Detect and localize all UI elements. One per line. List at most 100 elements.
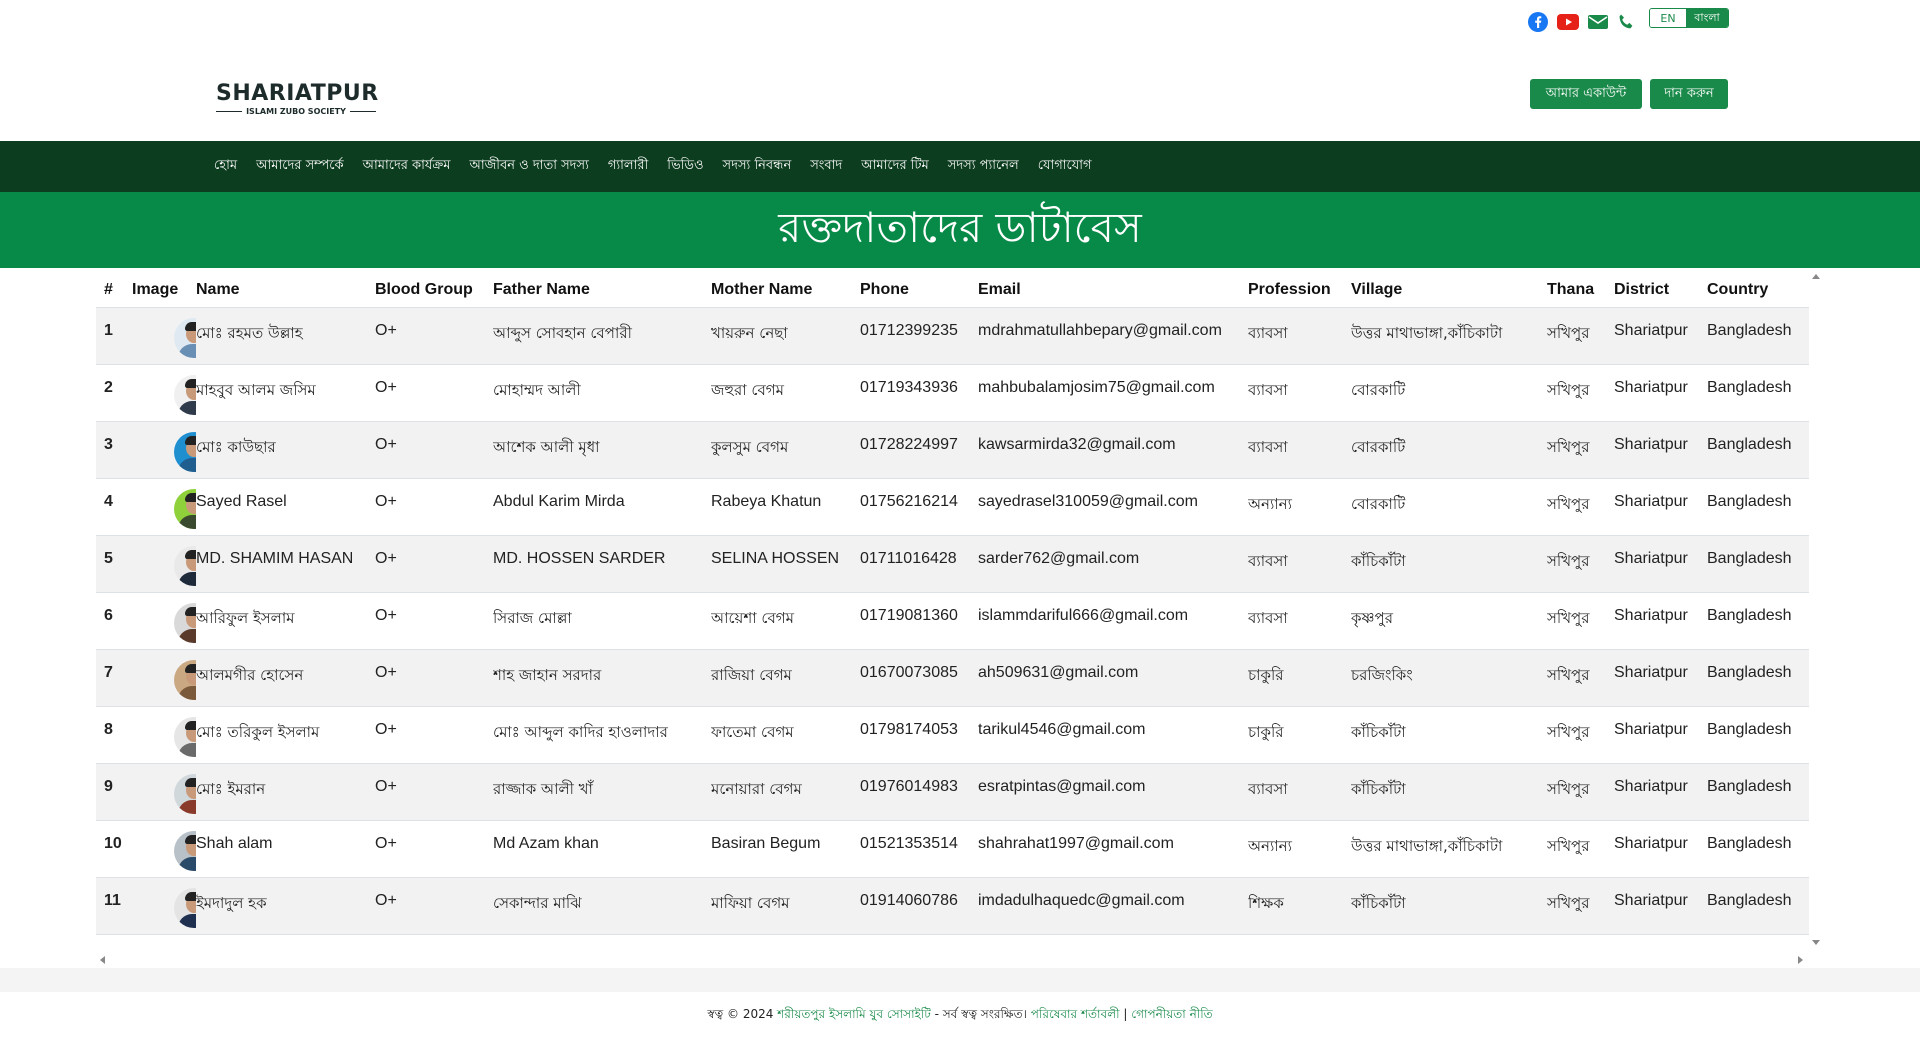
cell-blood-group: O+ [375,762,493,820]
cell-district: Shariatpur [1614,876,1707,935]
cell-district: Shariatpur [1614,306,1707,364]
cell-email[interactable]: mdrahmatullahbepary@gmail.com [978,306,1248,364]
cell-email[interactable]: sarder762@gmail.com [978,534,1248,592]
cell-phone[interactable]: 01728224997 [860,420,978,478]
table-row: 7 আলমগীর হোসেন O+ শাহ জাহান সরদার রাজিয়া বে… [96,648,1809,706]
cell-father-name: সিরাজ মোল্লা [493,591,711,649]
cell-profession: ব্যাবসা [1248,762,1351,820]
cell-email[interactable]: esratpintas@gmail.com [978,762,1248,820]
nav-item-member-panel[interactable]: সদস্য প্যানেল [948,156,1019,177]
cell-blood-group: O+ [375,819,493,877]
cell-father-name: সেকান্দার মাঝি [493,876,711,935]
donor-avatar[interactable] [174,659,196,700]
cell-email[interactable]: imdadulhaquedc@gmail.com [978,876,1248,935]
cell-district: Shariatpur [1614,477,1707,535]
cell-email[interactable]: mahbubalamjosim75@gmail.com [978,363,1248,421]
cell-phone[interactable]: 01914060786 [860,876,978,935]
cell-email[interactable]: islammdariful666@gmail.com [978,591,1248,649]
cell-email[interactable]: shahrahat1997@gmail.com [978,819,1248,877]
cell-phone[interactable]: 01712399235 [860,306,978,364]
cell-thana: সখিপুর [1547,420,1614,478]
donor-avatar[interactable] [174,431,196,472]
lang-bn-button[interactable]: বাংলা [1686,9,1728,27]
cell-name: আলমগীর হোসেন [196,648,375,706]
facebook-icon[interactable] [1528,12,1548,32]
cell-email[interactable]: ah509631@gmail.com [978,648,1248,706]
youtube-icon[interactable] [1557,14,1579,30]
donor-avatar[interactable] [174,773,196,814]
cell-country: Bangladesh [1707,534,1809,592]
cell-mother-name: Basiran Begum [711,819,860,877]
cell-phone[interactable]: 01798174053 [860,705,978,763]
donate-button[interactable]: দান করুন [1650,79,1728,109]
donor-avatar[interactable] [174,716,196,757]
donor-table-container[interactable]: # Image Name Blood Group Father Name Mot… [96,268,1809,970]
cell-email[interactable]: sayedrasel310059@gmail.com [978,477,1248,535]
cell-phone[interactable]: 01711016428 [860,534,978,592]
donor-avatar[interactable] [174,488,196,529]
cell-blood-group: O+ [375,705,493,763]
cell-village: বোরকাটি [1351,477,1547,535]
scroll-left-arrow[interactable] [100,956,105,964]
footer-org-link[interactable]: শরীয়তপুর ইসলামি যুব সোসাইটি [777,1007,931,1021]
table-header-row: # Image Name Blood Group Father Name Mot… [96,268,1809,307]
donor-avatar[interactable] [174,545,196,586]
cell-phone[interactable]: 01719343936 [860,363,978,421]
logo-main-text: SHARIATPUR [216,81,379,106]
cell-email[interactable]: tarikul4546@gmail.com [978,705,1248,763]
footer-terms-link[interactable]: পরিষেবার শর্তাবলী [1031,1007,1120,1021]
donor-avatar[interactable] [174,317,196,358]
cell-phone[interactable]: 01521353514 [860,819,978,877]
footer-privacy-link[interactable]: গোপনীয়তা নীতি [1131,1007,1212,1021]
col-header-profession: Profession [1248,281,1331,299]
phone-icon[interactable] [1617,13,1635,31]
cell-father-name: মোহাম্মদ আলী [493,363,711,421]
nav-item-registration[interactable]: সদস্য নিবন্ধন [723,156,792,177]
main-nav: হোম আমাদের সম্পর্কে আমাদের কার্যক্রম আজী… [0,141,1920,192]
table-row: 1 মোঃ রহমত উল্লাহ O+ আব্দুস সোবহান বেপারী খা… [96,306,1809,364]
cell-country: Bangladesh [1707,591,1809,649]
nav-item-lifetime-members[interactable]: আজীবন ও দাতা সদস্য [470,156,589,177]
cell-profession: চাকুরি [1248,705,1351,763]
cell-image [132,591,196,649]
col-header-phone: Phone [860,281,909,299]
nav-item-team[interactable]: আমাদের টিম [861,156,929,177]
nav-item-contact[interactable]: যোগাযোগ [1038,156,1092,177]
site-logo[interactable]: SHARIATPUR ISLAMI ZUBO SOCIETY [216,81,379,116]
cell-phone[interactable]: 01756216214 [860,477,978,535]
cell-image [132,876,196,935]
cell-mother-name: খায়রুন নেছা [711,306,860,364]
email-icon[interactable] [1588,14,1608,30]
cell-phone[interactable]: 01670073085 [860,648,978,706]
my-account-button[interactable]: আমার একাউন্ট [1530,79,1642,109]
donor-avatar[interactable] [174,374,196,415]
cell-email[interactable]: kawsarmirda32@gmail.com [978,420,1248,478]
donor-avatar[interactable] [174,887,196,928]
footer-separator: | [1119,1007,1132,1021]
cell-phone[interactable]: 01719081360 [860,591,978,649]
nav-item-home[interactable]: হোম [214,156,237,177]
lang-en-button[interactable]: EN [1650,9,1686,27]
nav-item-activities[interactable]: আমাদের কার্যক্রম [363,156,451,177]
cell-phone[interactable]: 01976014983 [860,762,978,820]
footer-copyright: স্বত্ব © 2024 [707,1007,778,1021]
donor-avatar[interactable] [174,602,196,643]
logo-divider [216,110,243,113]
donor-avatar[interactable] [174,830,196,871]
nav-item-video[interactable]: ভিডিও [667,156,703,177]
cell-number: 5 [96,534,132,592]
scroll-right-arrow[interactable] [1798,956,1803,964]
nav-item-news[interactable]: সংবাদ [810,156,842,177]
nav-item-gallery[interactable]: গ্যালারী [608,156,648,177]
cell-village: কাঁচিকাঁটা [1351,705,1547,763]
scroll-up-arrow[interactable] [1812,274,1820,279]
nav-item-about[interactable]: আমাদের সম্পর্কে [256,156,343,177]
cell-thana: সখিপুর [1547,477,1614,535]
cell-thana: সখিপুর [1547,876,1614,935]
cell-country: Bangladesh [1707,420,1809,478]
cell-number: 11 [96,876,132,935]
scroll-down-arrow[interactable] [1812,940,1820,945]
cell-father-name: রাজ্জাক আলী খাঁ [493,762,711,820]
cell-mother-name: SELINA HOSSEN [711,534,860,592]
cell-country: Bangladesh [1707,477,1809,535]
